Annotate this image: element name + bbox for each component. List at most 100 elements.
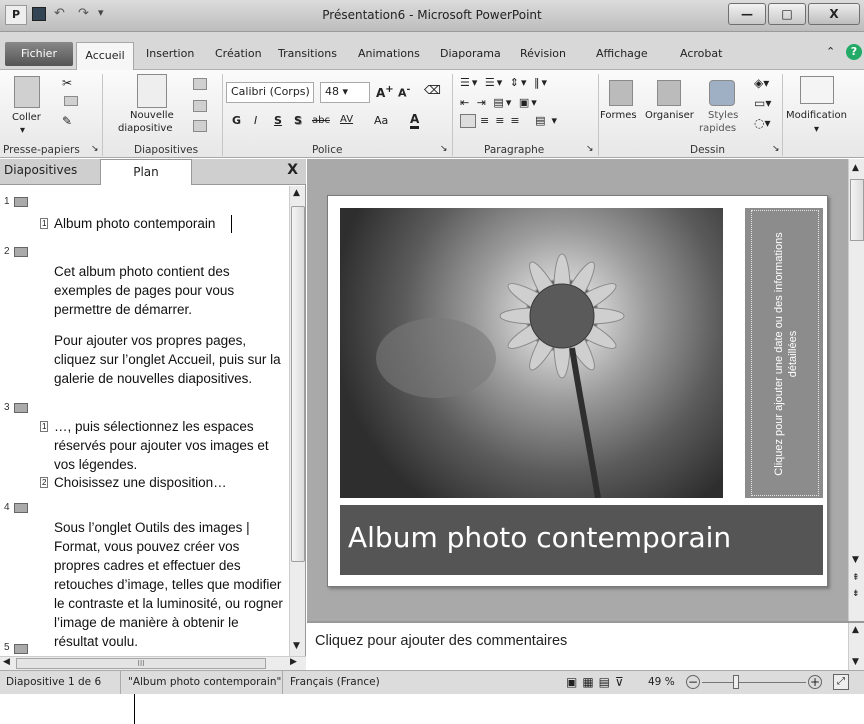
- scroll-up-icon[interactable]: ▲: [852, 625, 859, 635]
- modification-dropdown-icon[interactable]: ▾: [814, 124, 819, 135]
- bold-button[interactable]: G: [232, 114, 241, 127]
- shrink-font-icon[interactable]: A-: [398, 84, 410, 100]
- tab-diapositives[interactable]: Diapositives: [4, 163, 77, 177]
- font-color-button[interactable]: A: [410, 112, 420, 129]
- arrange-icon[interactable]: [657, 80, 681, 106]
- font-launcher-icon[interactable]: ↘: [440, 144, 448, 154]
- scroll-up-icon[interactable]: ▲: [852, 163, 859, 173]
- modification-button[interactable]: Modification: [786, 110, 847, 121]
- formes-button[interactable]: Formes: [600, 110, 637, 121]
- outline-paragraph[interactable]: Cet album photo contient des exemples de…: [54, 262, 286, 319]
- drawing-launcher-icon[interactable]: ↘: [772, 144, 780, 154]
- outline-bullet[interactable]: Choisissez une disposition…: [54, 473, 286, 492]
- quick-styles-icon[interactable]: [709, 80, 735, 106]
- tab-fichier[interactable]: Fichier: [5, 42, 73, 66]
- slide-icon[interactable]: [14, 403, 28, 413]
- help-icon[interactable]: ?: [846, 44, 862, 60]
- zoom-in-icon[interactable]: +: [808, 675, 822, 689]
- reset-icon[interactable]: [193, 100, 207, 112]
- format-painter-icon[interactable]: ✎: [62, 114, 72, 128]
- slide-canvas[interactable]: Cliquez pour ajouter une date ou des inf…: [327, 195, 828, 587]
- outline-slide-title[interactable]: Album photo contemporain: [54, 214, 284, 233]
- zoom-level[interactable]: 49 %: [648, 676, 675, 688]
- scroll-up-icon[interactable]: ▲: [293, 188, 300, 198]
- find-binoculars-icon[interactable]: [800, 76, 834, 104]
- align-left-icon[interactable]: [460, 114, 476, 128]
- underline-button[interactable]: S: [274, 114, 282, 127]
- clipboard-launcher-icon[interactable]: ↘: [91, 144, 99, 154]
- italic-button[interactable]: I: [254, 114, 257, 127]
- shapes-icon[interactable]: [609, 80, 633, 106]
- zoom-slider-thumb[interactable]: [733, 675, 739, 689]
- outline-scrollbar[interactable]: ▲ ▼: [289, 186, 305, 656]
- fit-window-icon[interactable]: ⤢: [833, 674, 849, 690]
- zoom-slider[interactable]: [702, 682, 806, 683]
- date-placeholder[interactable]: Cliquez pour ajouter une date ou des inf…: [743, 208, 823, 498]
- section-icon[interactable]: [193, 120, 207, 132]
- clear-format-icon[interactable]: ⌫: [424, 83, 441, 97]
- styles-label-1[interactable]: Styles: [708, 110, 738, 121]
- slide-icon[interactable]: [14, 644, 28, 654]
- tab-animations[interactable]: Animations: [358, 47, 420, 60]
- slide-title[interactable]: Album photo contemporain: [340, 505, 823, 575]
- outline-bullet[interactable]: …, puis sélectionnez les espaces réservé…: [54, 417, 286, 474]
- paste-dropdown-icon[interactable]: ▾: [20, 125, 25, 136]
- new-slide-label-2[interactable]: diapositive: [118, 123, 172, 134]
- tab-accueil[interactable]: Accueil: [76, 42, 134, 71]
- scroll-left-icon[interactable]: ◀: [3, 657, 10, 667]
- notes-pane[interactable]: Cliquez pour ajouter des commentaires ▲ …: [307, 621, 864, 670]
- change-case-button[interactable]: Aa: [374, 114, 388, 127]
- minimize-ribbon-icon[interactable]: ⌃: [826, 45, 835, 58]
- scroll-down-icon[interactable]: ▼: [852, 657, 859, 667]
- outline-paragraph[interactable]: Pour ajouter vos propres pages, cliquez …: [54, 331, 286, 388]
- maximize-button[interactable]: □: [768, 3, 806, 25]
- tab-plan[interactable]: Plan: [100, 159, 192, 185]
- char-spacing-button[interactable]: AV: [340, 114, 353, 125]
- next-slide-icon[interactable]: ⇟: [852, 589, 860, 599]
- zoom-out-icon[interactable]: −: [686, 675, 700, 689]
- theme-name[interactable]: "Album photo contemporain": [128, 676, 281, 688]
- tab-revision[interactable]: Révision: [520, 47, 566, 60]
- view-buttons-icon[interactable]: ▣▦▤⊽: [566, 675, 629, 689]
- new-slide-label-1[interactable]: Nouvelle: [130, 110, 174, 121]
- scroll-down-icon[interactable]: ▼: [293, 641, 300, 651]
- outline-paragraph[interactable]: Sous l’onglet Outils des images | Format…: [54, 518, 284, 651]
- copy-icon[interactable]: [64, 96, 78, 106]
- effects-icon[interactable]: ◌▾: [754, 116, 771, 130]
- shadow-button[interactable]: S: [294, 114, 302, 127]
- font-name-dropdown[interactable]: Calibri (Corps): [226, 82, 314, 103]
- outline-icon[interactable]: ▭▾: [754, 96, 771, 110]
- close-window-button[interactable]: X: [808, 3, 860, 25]
- scroll-right-icon[interactable]: ▶: [290, 657, 297, 667]
- tab-acrobat[interactable]: Acrobat: [680, 47, 722, 60]
- previous-slide-icon[interactable]: ⇞: [852, 573, 860, 583]
- scrollbar-thumb[interactable]: [850, 179, 864, 241]
- tab-insertion[interactable]: Insertion: [146, 47, 194, 60]
- styles-label-2[interactable]: rapides: [699, 123, 736, 134]
- slide-icon[interactable]: [14, 197, 28, 207]
- new-slide-icon[interactable]: [137, 74, 167, 108]
- tab-creation[interactable]: Création: [215, 47, 262, 60]
- bullets-icon[interactable]: ☰▾ ☰▾ ⇕▾ ‖▾: [460, 76, 549, 89]
- sunflower-photo[interactable]: [340, 208, 723, 498]
- grow-font-icon[interactable]: A+: [376, 84, 394, 100]
- notes-placeholder[interactable]: Cliquez pour ajouter des commentaires: [315, 633, 567, 649]
- close-panel-button[interactable]: X: [287, 162, 298, 178]
- organiser-button[interactable]: Organiser: [645, 110, 694, 121]
- font-size-dropdown[interactable]: 48 ▾: [320, 82, 370, 103]
- slide-icon[interactable]: [14, 247, 28, 257]
- tab-transitions[interactable]: Transitions: [278, 47, 337, 60]
- outline-view[interactable]: 1 1 Album photo contemporain 2 Cet album…: [0, 186, 288, 656]
- minimize-button[interactable]: —: [728, 3, 766, 25]
- paragraph-launcher-icon[interactable]: ↘: [586, 144, 594, 154]
- layout-icon[interactable]: [193, 78, 207, 90]
- slide-scrollbar[interactable]: ▲ ▼ ⇞ ⇟: [848, 159, 864, 621]
- paste-icon[interactable]: [14, 76, 40, 108]
- fill-icon[interactable]: ◈▾: [754, 76, 769, 90]
- outline-hscrollbar[interactable]: ◀ III ▶: [0, 656, 306, 670]
- language-indicator[interactable]: Français (France): [290, 676, 380, 688]
- align-icons[interactable]: ≡≡≡ ▤▾: [480, 114, 563, 127]
- notes-scrollbar[interactable]: ▲ ▼: [848, 623, 864, 670]
- paste-button[interactable]: Coller: [12, 112, 41, 123]
- scroll-down-icon[interactable]: ▼: [852, 555, 859, 565]
